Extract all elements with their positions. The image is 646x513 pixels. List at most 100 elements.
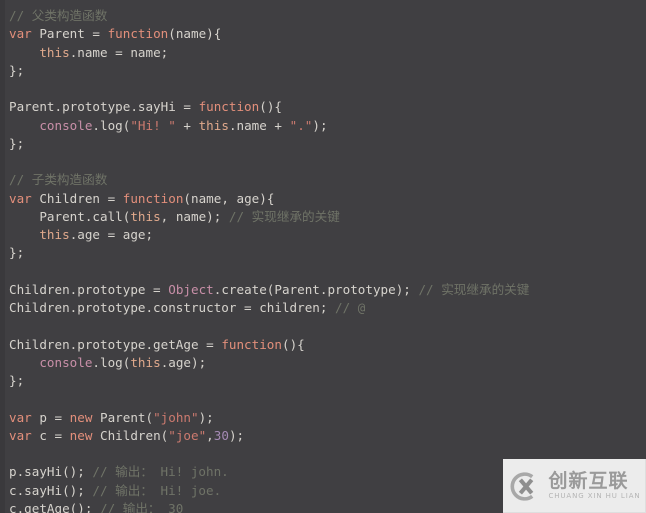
code-token-pun: Parent = (31, 26, 108, 42)
code-token-pun: Parent( (92, 409, 154, 425)
code-token-pun: Children.prototype = (9, 281, 169, 297)
code-token-str: "." (289, 117, 313, 133)
code-token-pun: , name); (160, 208, 229, 224)
code-token-kw: var (9, 190, 32, 206)
code-line[interactable] (0, 263, 646, 281)
code-line[interactable]: this.name = name; (0, 44, 646, 62)
code-line[interactable]: var c = new Children("joe",30); (0, 427, 646, 445)
code-line[interactable]: }; (0, 135, 646, 153)
code-token-kw: function (221, 336, 282, 352)
code-token-pun: .name + (228, 117, 290, 133)
code-line[interactable] (0, 153, 646, 171)
code-token-obj: console (39, 354, 93, 370)
code-token-pun: Parent.call( (9, 208, 131, 224)
code-token-pun: .age = age; (69, 227, 154, 242)
code-token-pun: p = (31, 409, 70, 425)
code-token-cmt: // 子类构造函数 (9, 172, 108, 188)
code-token-pun (9, 227, 39, 242)
code-token-pun: (){ (259, 99, 282, 115)
code-line[interactable]: }; (0, 62, 646, 80)
code-token-kw: new (69, 409, 93, 425)
code-token-pun: Children.prototype.constructor = childre… (9, 300, 336, 315)
code-token-cmt: // 输出： Hi! joe. (92, 482, 222, 498)
code-token-str: "Hi! " (130, 117, 176, 133)
code-token-pun: c = (31, 427, 70, 443)
code-token-kw: new (69, 427, 93, 443)
code-token-pun: }; (9, 62, 25, 78)
code-token-num: 30 (213, 427, 229, 443)
code-token-pun: Parent.prototype.sayHi = (9, 99, 199, 115)
code-token-obj: Object (168, 281, 214, 297)
code-token-pun: }; (9, 135, 25, 151)
code-token-cmt: // @ (335, 300, 366, 315)
code-editor-content[interactable]: // 父类构造函数 var Parent = function(name){ th… (0, 0, 646, 513)
code-token-this: this (39, 227, 70, 242)
code-line[interactable]: console.log(this.age); (0, 354, 646, 372)
code-token-pun: p.sayHi(); (9, 464, 93, 480)
code-token-pun: }; (9, 245, 25, 261)
code-line[interactable]: Parent.call(this, name); // 实现继承的关键 (0, 208, 646, 226)
code-line[interactable]: this.age = age; (0, 226, 646, 244)
code-token-this: this (39, 44, 70, 60)
code-token-pun: .create(Parent.prototype); (213, 281, 419, 297)
code-token-this: this (130, 354, 161, 370)
code-line[interactable]: var Children = function(name, age){ (0, 190, 646, 208)
code-token-pun: Children.prototype.getAge = (9, 336, 222, 352)
code-token-cmt: // 父类构造函数 (9, 8, 108, 23)
code-token-pun: .name = name; (69, 44, 169, 60)
code-token-pun: ); (228, 427, 245, 443)
code-line[interactable] (0, 80, 646, 98)
code-line[interactable] (0, 317, 646, 335)
code-token-pun: Children = (31, 190, 123, 206)
code-token-cmt: // 实现继承的关键 (418, 281, 530, 297)
watermark-badge: 创新互联 CHUANG XIN HU LIAN (503, 459, 646, 513)
code-token-kw: function (107, 26, 169, 42)
code-token-cmt: // 输出： Hi! john. (92, 464, 229, 480)
code-line[interactable]: Children.prototype = Object.create(Paren… (0, 281, 646, 299)
code-line[interactable]: }; (0, 244, 646, 262)
code-token-pun (9, 45, 39, 60)
circle-x-logo-icon (511, 471, 534, 501)
code-token-pun: Children( (92, 427, 169, 443)
code-token-pun: ); (198, 409, 214, 425)
code-token-kw: var (9, 427, 32, 443)
code-token-kw: function (198, 99, 260, 115)
code-line[interactable] (0, 390, 646, 408)
watermark-brand-cn: 创新互联 (548, 470, 629, 492)
code-token-pun: (name){ (168, 26, 222, 42)
code-token-pun (9, 118, 39, 133)
code-token-this: this (130, 208, 161, 224)
code-screenshot: // 父类构造函数 var Parent = function(name){ th… (0, 0, 646, 513)
code-line[interactable]: Parent.prototype.sayHi = function(){ (0, 98, 646, 116)
code-line[interactable]: var p = new Parent("john"); (0, 409, 646, 427)
code-token-pun: , (206, 427, 214, 443)
code-token-str: "joe" (168, 427, 207, 443)
code-token-kw: var (9, 26, 32, 42)
code-token-pun (9, 355, 39, 370)
code-token-kw: var (9, 409, 32, 425)
code-token-this: this (198, 117, 229, 133)
code-token-pun: (name, age){ (183, 190, 275, 206)
watermark-brand-pinyin: CHUANG XIN HU LIAN (548, 492, 641, 500)
code-token-pun: + (175, 117, 199, 133)
watermark-text-block: 创新互联 CHUANG XIN HU LIAN (548, 471, 640, 501)
code-line[interactable]: Children.prototype.constructor = childre… (0, 299, 646, 317)
code-line[interactable]: // 子类构造函数 (0, 171, 646, 189)
code-token-pun: .log( (92, 117, 131, 133)
code-token-pun: .log( (92, 354, 131, 370)
code-line[interactable]: console.log("Hi! " + this.name + "."); (0, 117, 646, 135)
code-token-pun: .age); (160, 354, 207, 370)
code-token-pun: ); (312, 117, 328, 133)
code-token-cmt: // 输出： 30 (100, 500, 184, 513)
code-token-pun: (){ (281, 336, 305, 352)
code-token-obj: console (39, 117, 93, 133)
code-line[interactable]: }; (0, 372, 646, 390)
code-token-cmt: // 实现继承的关键 (228, 208, 340, 224)
code-line[interactable]: Children.prototype.getAge = function(){ (0, 336, 646, 354)
code-line[interactable]: var Parent = function(name){ (0, 25, 646, 43)
code-token-kw: function (122, 190, 184, 206)
code-token-str: "john" (153, 409, 199, 425)
code-line[interactable]: // 父类构造函数 (0, 7, 646, 25)
code-token-pun: c.sayHi(); (9, 482, 93, 498)
code-token-pun: c.getAge(); (9, 500, 100, 513)
